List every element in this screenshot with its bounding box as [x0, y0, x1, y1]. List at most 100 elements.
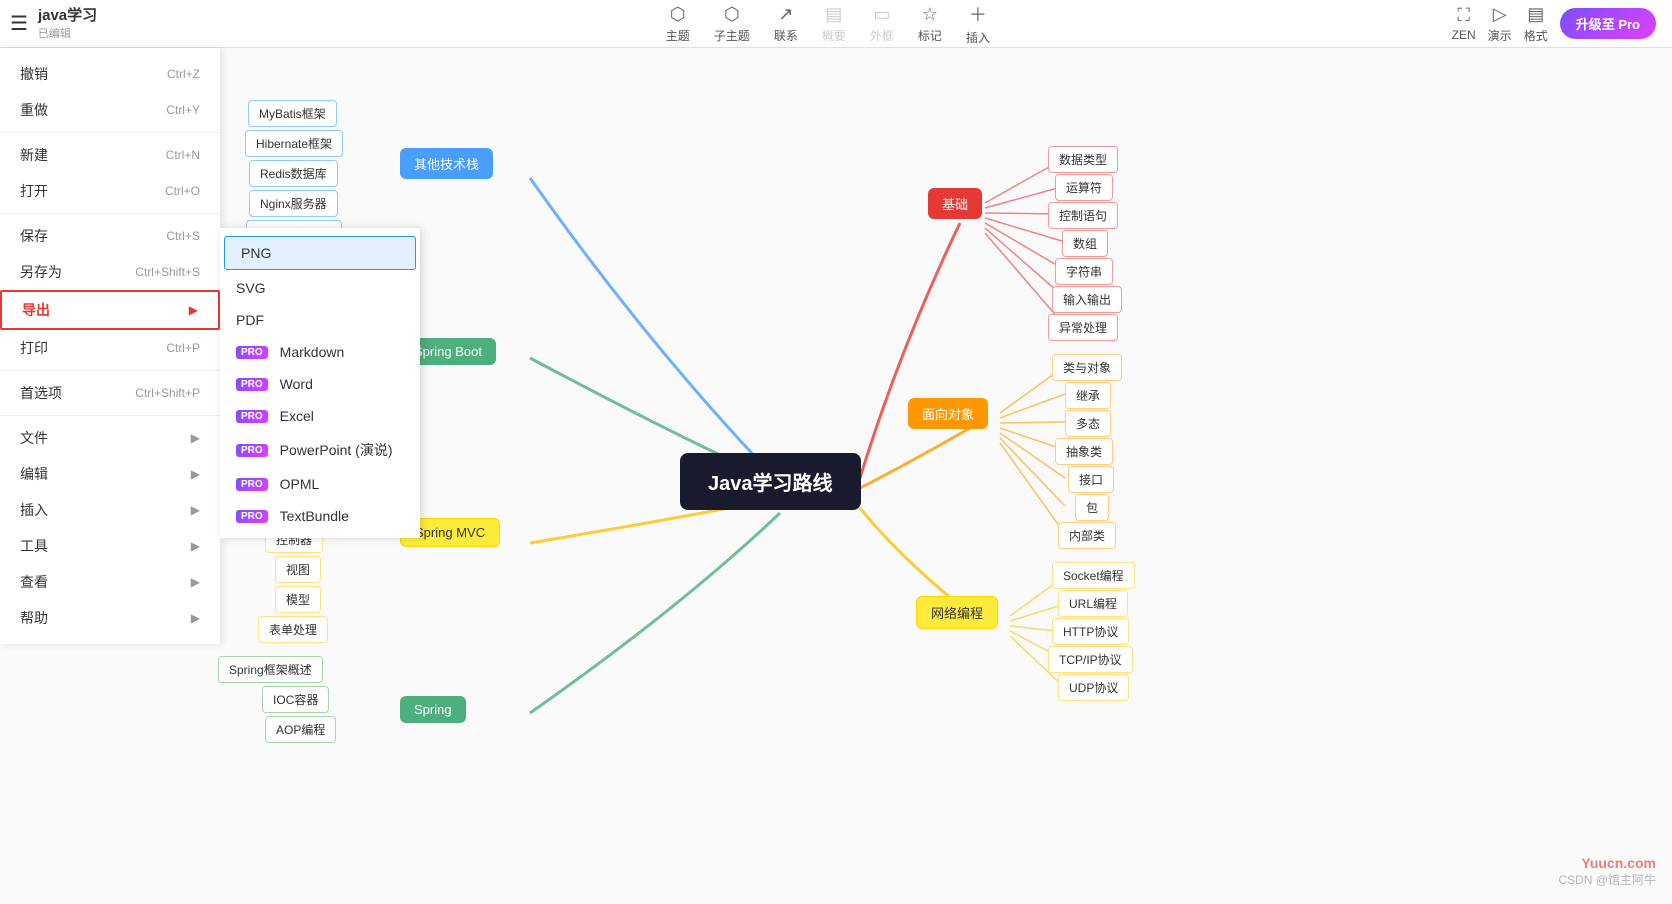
node-oop[interactable]: 面向对象 — [908, 398, 988, 429]
menu-divider-4 — [0, 415, 220, 416]
pro-badge-opml: PRO — [236, 478, 268, 491]
toolbar-format[interactable]: ▤ 格式 — [1524, 4, 1548, 44]
upgrade-button[interactable]: 升级至 Pro — [1560, 8, 1656, 39]
menu-insert[interactable]: 插入 ▶ — [0, 492, 220, 528]
leaf-exception[interactable]: 异常处理 — [1048, 314, 1118, 341]
leaf-ioc[interactable]: IOC容器 — [262, 686, 329, 713]
menu-print[interactable]: 打印 Ctrl+P — [0, 330, 220, 366]
menu-export-label: 导出 — [22, 300, 50, 320]
leaf-package[interactable]: 包 — [1075, 494, 1109, 521]
leaf-model[interactable]: 模型 — [275, 586, 321, 613]
menu-save[interactable]: 保存 Ctrl+S — [0, 218, 220, 254]
menu-open[interactable]: 打开 Ctrl+O — [0, 173, 220, 209]
leaf-control[interactable]: 控制语句 — [1048, 202, 1118, 229]
hamburger-icon[interactable]: ☰ — [10, 11, 28, 36]
menu-insert-label: 插入 — [20, 500, 48, 520]
leaf-abstract[interactable]: 抽象类 — [1055, 438, 1113, 465]
submenu-excel[interactable]: PRO Excel — [220, 400, 420, 432]
header-right: ⛶ ZEN ▷ 演示 ▤ 格式 升级至 Pro — [1436, 4, 1672, 44]
toolbar-present[interactable]: ▷ 演示 — [1488, 4, 1512, 44]
leaf-mybatis[interactable]: MyBatis框架 — [248, 100, 337, 127]
leaf-aop[interactable]: AOP编程 — [265, 716, 336, 743]
watermark: Yuucn.com CSDN @馆主阿牛 — [1558, 855, 1656, 888]
node-springboot-label: Spring Boot — [414, 344, 482, 359]
menu-insert-arrow: ▶ — [191, 503, 200, 517]
leaf-nginx[interactable]: Nginx服务器 — [249, 190, 338, 217]
menu-edit-label: 编辑 — [20, 464, 48, 484]
leaf-interface[interactable]: 接口 — [1068, 466, 1114, 493]
toolbar-subtheme[interactable]: ⬡ 子主题 — [714, 4, 750, 44]
toolbar-connect-label: 联系 — [774, 27, 798, 44]
submenu-svg[interactable]: SVG — [220, 272, 420, 304]
menu-open-shortcut: Ctrl+O — [165, 184, 200, 198]
menu-view[interactable]: 查看 ▶ — [0, 564, 220, 600]
menu-save-label: 保存 — [20, 226, 48, 246]
menu-tools[interactable]: 工具 ▶ — [0, 528, 220, 564]
menu-tools-label: 工具 — [20, 536, 48, 556]
submenu-word[interactable]: PRO Word — [220, 368, 420, 400]
submenu-powerpoint[interactable]: PRO PowerPoint (演说) — [220, 432, 420, 468]
menu-file[interactable]: 文件 ▶ — [0, 420, 220, 456]
excel-label: Excel — [280, 408, 314, 424]
node-spring[interactable]: Spring — [400, 696, 466, 723]
menu-view-label: 查看 — [20, 572, 48, 592]
leaf-poly[interactable]: 多态 — [1065, 410, 1111, 437]
leaf-array[interactable]: 数组 — [1062, 230, 1108, 257]
menu-new[interactable]: 新建 Ctrl+N — [0, 137, 220, 173]
menu-undo[interactable]: 撤销 Ctrl+Z — [0, 56, 220, 92]
zen-icon: ⛶ — [1457, 5, 1470, 26]
menu-edit[interactable]: 编辑 ▶ — [0, 456, 220, 492]
toolbar-insert[interactable]: ＋ 插入 — [966, 1, 990, 46]
toolbar-theme[interactable]: ⬡ 主题 — [666, 4, 690, 44]
leaf-udp[interactable]: UDP协议 — [1058, 674, 1129, 701]
node-qita-label: 其他技术栈 — [414, 154, 479, 173]
leaf-string[interactable]: 字符串 — [1055, 258, 1113, 285]
menu-export[interactable]: 导出 ▶ — [0, 290, 220, 330]
toolbar-connect[interactable]: ↗ 联系 — [774, 4, 798, 44]
node-center[interactable]: Java学习路线 — [680, 453, 861, 510]
leaf-http[interactable]: HTTP协议 — [1052, 618, 1129, 645]
node-jichu[interactable]: 基础 — [928, 188, 982, 219]
submenu-opml[interactable]: PRO OPML — [220, 468, 420, 500]
leaf-innerclass[interactable]: 内部类 — [1058, 522, 1116, 549]
leaf-datatype[interactable]: 数据类型 — [1048, 146, 1118, 173]
menu-tools-arrow: ▶ — [191, 539, 200, 553]
leaf-view[interactable]: 视图 — [275, 556, 321, 583]
node-network[interactable]: 网络编程 — [916, 596, 998, 629]
leaf-hibernate[interactable]: Hibernate框架 — [245, 130, 343, 157]
leaf-form[interactable]: 表单处理 — [258, 616, 328, 643]
menu-divider-3 — [0, 370, 220, 371]
node-qita[interactable]: 其他技术栈 — [400, 148, 493, 179]
menu-help[interactable]: 帮助 ▶ — [0, 600, 220, 636]
submenu-markdown[interactable]: PRO Markdown — [220, 336, 420, 368]
leaf-redis[interactable]: Redis数据库 — [249, 160, 338, 187]
menu-help-label: 帮助 — [20, 608, 48, 628]
app-title: java学习 — [38, 7, 97, 25]
leaf-url[interactable]: URL编程 — [1058, 590, 1128, 617]
menu-save-shortcut: Ctrl+S — [166, 229, 200, 243]
menu-redo[interactable]: 重做 Ctrl+Y — [0, 92, 220, 128]
mark-icon: ☆ — [922, 4, 938, 25]
format-icon: ▤ — [1527, 4, 1544, 25]
menu-saveas[interactable]: 另存为 Ctrl+Shift+S — [0, 254, 220, 290]
leaf-class-obj[interactable]: 类与对象 — [1052, 354, 1122, 381]
submenu-textbundle[interactable]: PRO TextBundle — [220, 500, 420, 532]
menu-new-shortcut: Ctrl+N — [166, 148, 200, 162]
toolbar-zen-label: ZEN — [1452, 28, 1476, 42]
leaf-socket[interactable]: Socket编程 — [1052, 562, 1135, 589]
toolbar-zen[interactable]: ⛶ ZEN — [1452, 5, 1476, 42]
submenu-png[interactable]: PNG — [224, 236, 416, 270]
png-label: PNG — [241, 245, 271, 261]
menu-print-shortcut: Ctrl+P — [166, 341, 200, 355]
submenu-pdf[interactable]: PDF — [220, 304, 420, 336]
leaf-spring-overview[interactable]: Spring框架概述 — [218, 656, 323, 683]
leaf-operator[interactable]: 运算符 — [1055, 174, 1113, 201]
pro-badge-word: PRO — [236, 378, 268, 391]
menu-prefs[interactable]: 首选项 Ctrl+Shift+P — [0, 375, 220, 411]
toolbar-mark[interactable]: ☆ 标记 — [918, 4, 942, 44]
leaf-io[interactable]: 输入输出 — [1052, 286, 1122, 313]
toolbar-subtheme-label: 子主题 — [714, 27, 750, 44]
menu-export-arrow: ▶ — [189, 303, 198, 317]
leaf-inherit[interactable]: 继承 — [1065, 382, 1111, 409]
leaf-tcpip[interactable]: TCP/IP协议 — [1048, 646, 1133, 673]
